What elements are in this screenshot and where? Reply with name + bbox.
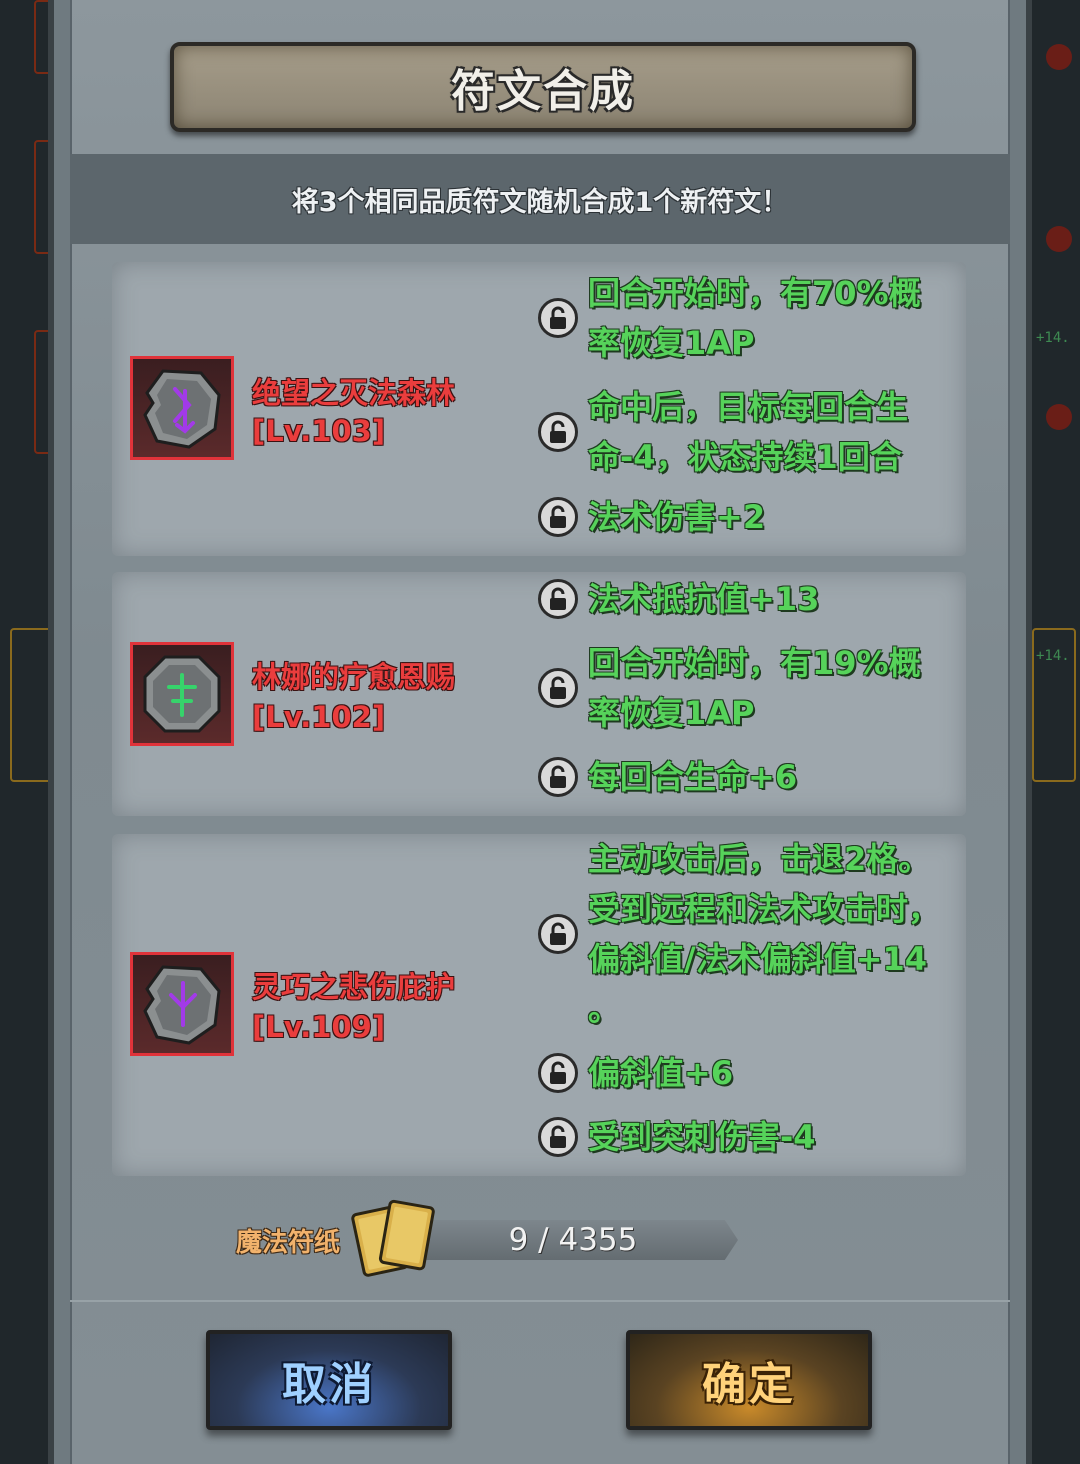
background-circle-icon: [1046, 44, 1072, 70]
rune-attribute: 主动攻击后，击退2格。 受到远程和法术攻击时， 偏斜值/法术偏斜值+14 。: [538, 834, 958, 1034]
magic-paper-cards-icon: [351, 1199, 435, 1277]
rune-name: 林娜的疗愈恩赐: [252, 660, 456, 694]
attribute-text: 回合开始时，有70%概 率恢复1AP: [588, 274, 921, 362]
rune-attribute: 每回合生命+6: [538, 752, 944, 802]
cancel-button-label: 取消: [282, 1359, 376, 1410]
magic-paper-label: 魔法符纸: [236, 1228, 341, 1258]
rune-name: 绝望之灭法森林: [252, 376, 456, 410]
lock-icon: [538, 497, 578, 537]
dialog-subtitle: 将3个相同品质符文随机合成1个新符文！: [291, 186, 789, 218]
rune-row[interactable]: 林娜的疗愈恩赐 [Lv.102] 法术抵抗值+13 回合开始时，有19%概 率恢…: [112, 572, 966, 816]
lock-icon: [538, 579, 578, 619]
background-circle-icon: [1046, 404, 1072, 430]
rune-level: [Lv.102]: [252, 700, 386, 734]
rune-attribute: 受到突刺伤害-4: [538, 1112, 944, 1162]
attribute-text: 法术伤害+2: [588, 498, 766, 536]
rune-level: [Lv.109]: [252, 1010, 386, 1044]
rune-attribute: 偏斜值+6: [538, 1048, 944, 1098]
rune-attribute: 法术抵抗值+13: [538, 574, 944, 624]
lock-icon: [538, 1053, 578, 1093]
rune-attribute: 回合开始时，有70%概 率恢复1AP: [538, 268, 944, 368]
rune-slot[interactable]: [130, 642, 234, 746]
rune-name: 灵巧之悲伤庇护: [252, 970, 456, 1004]
background-circle-icon: [1046, 226, 1072, 252]
attribute-text: 主动攻击后，击退2格。 受到远程和法术攻击时， 偏斜值/法术偏斜值+14 。: [588, 840, 941, 1028]
rune-row[interactable]: 灵巧之悲伤庇护 [Lv.109] 主动攻击后，击退2格。 受到远程和法术攻击时，…: [112, 834, 966, 1176]
subtitle-band: 将3个相同品质符文随机合成1个新符文！: [70, 154, 1010, 244]
attribute-text: 法术抵抗值+13: [588, 580, 820, 618]
rune-slot[interactable]: [130, 952, 234, 1056]
magic-paper-count: 9 / 4355: [508, 1222, 638, 1258]
background-panel-fragment: [1032, 628, 1076, 782]
background-scene-right: +14. +14.: [1032, 0, 1080, 1464]
attribute-text: 每回合生命+6: [588, 758, 798, 796]
lock-icon: [538, 1117, 578, 1157]
lock-icon: [538, 298, 578, 338]
attribute-text: 命中后，目标每回合生 命-4，状态持续1回合: [588, 388, 909, 476]
lock-icon: [538, 914, 578, 954]
rune-level: [Lv.103]: [252, 414, 386, 448]
cancel-button[interactable]: 取消: [206, 1330, 452, 1430]
rune-attribute: 法术伤害+2: [538, 492, 944, 542]
rune-row[interactable]: 绝望之灭法森林 [Lv.103] 回合开始时，有70%概 率恢复1AP 命中后，…: [112, 262, 966, 556]
rune-stone-icon: [143, 655, 221, 733]
rune-stone-icon: [143, 369, 221, 449]
lock-icon: [538, 757, 578, 797]
lock-icon: [538, 412, 578, 452]
background-text-fragment: +14.: [1036, 330, 1070, 346]
attribute-text: 偏斜值+6: [588, 1054, 734, 1092]
title-plate: 符文合成: [170, 42, 916, 132]
rune-stone-icon: [143, 965, 221, 1045]
attribute-text: 回合开始时，有19%概 率恢复1AP: [588, 644, 921, 732]
confirm-button-label: 确定: [702, 1359, 796, 1410]
attribute-text: 受到突刺伤害-4: [588, 1118, 816, 1156]
dialog-title: 符文合成: [451, 66, 635, 117]
rune-attribute: 回合开始时，有19%概 率恢复1AP: [538, 638, 944, 738]
divider: [70, 1300, 1010, 1302]
confirm-button[interactable]: 确定: [626, 1330, 872, 1430]
rune-slot[interactable]: [130, 356, 234, 460]
lock-icon: [538, 668, 578, 708]
rune-attribute: 命中后，目标每回合生 命-4，状态持续1回合: [538, 382, 944, 482]
